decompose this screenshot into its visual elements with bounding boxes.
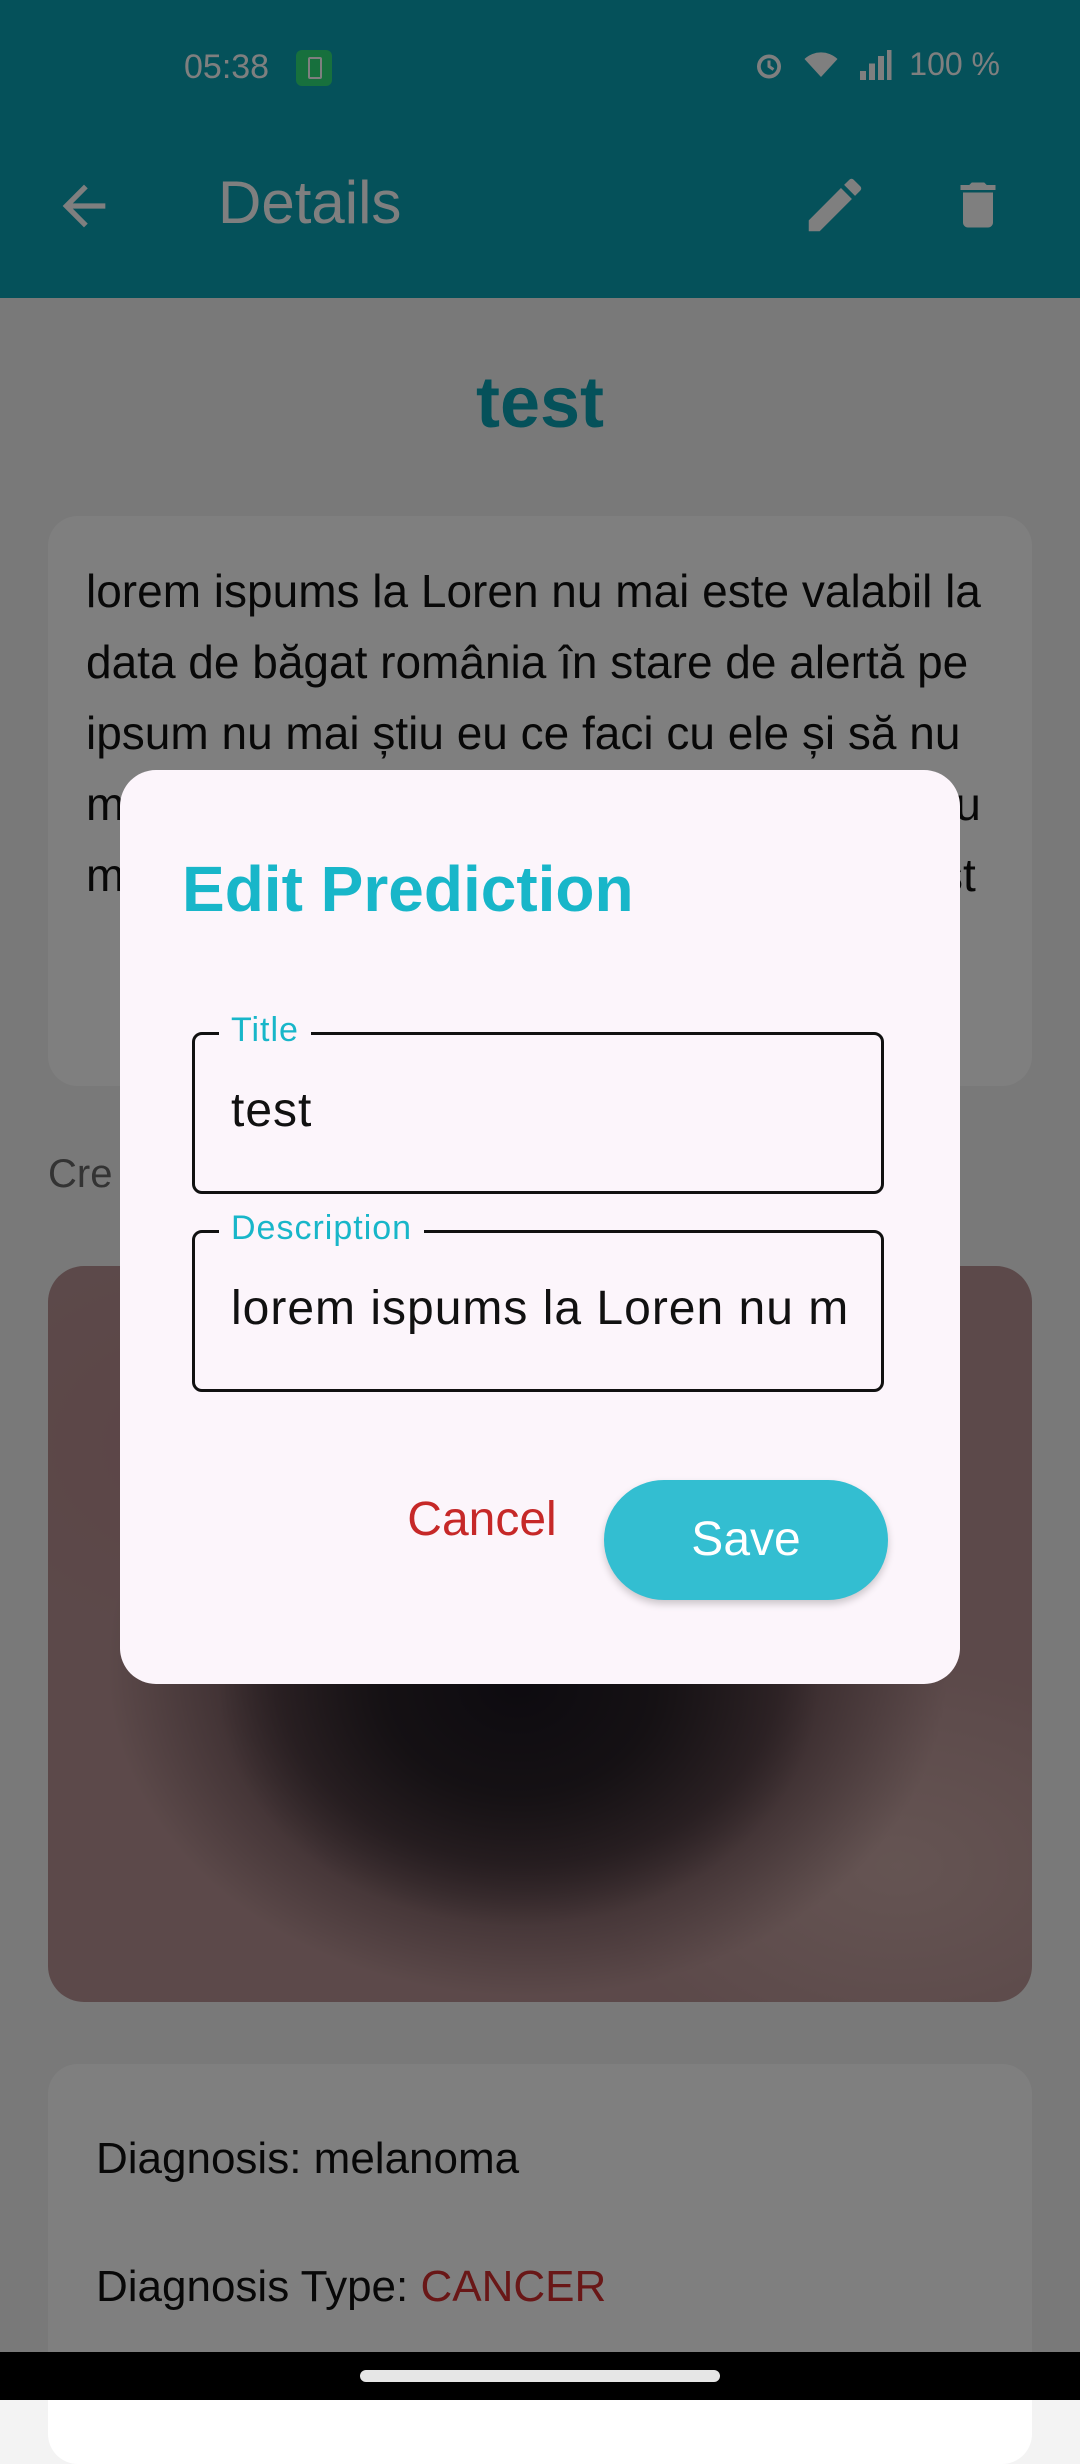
title-field[interactable]: Title test [192,1011,884,1194]
navigation-bar [0,2352,1080,2400]
description-input[interactable]: lorem ispums la Loren nu m [231,1281,851,1336]
description-field-label: Description [219,1209,425,1248]
cancel-button[interactable]: Cancel [382,1470,582,1570]
title-field-label: Title [219,1011,311,1050]
dialog-title: Edit Prediction [182,853,634,925]
save-button[interactable]: Save [604,1480,888,1600]
edit-prediction-dialog: Edit Prediction Title test Description l… [120,770,960,1684]
home-indicator[interactable] [360,2370,720,2382]
description-field[interactable]: Description lorem ispums la Loren nu m [192,1209,884,1392]
title-input[interactable]: test [231,1083,851,1138]
